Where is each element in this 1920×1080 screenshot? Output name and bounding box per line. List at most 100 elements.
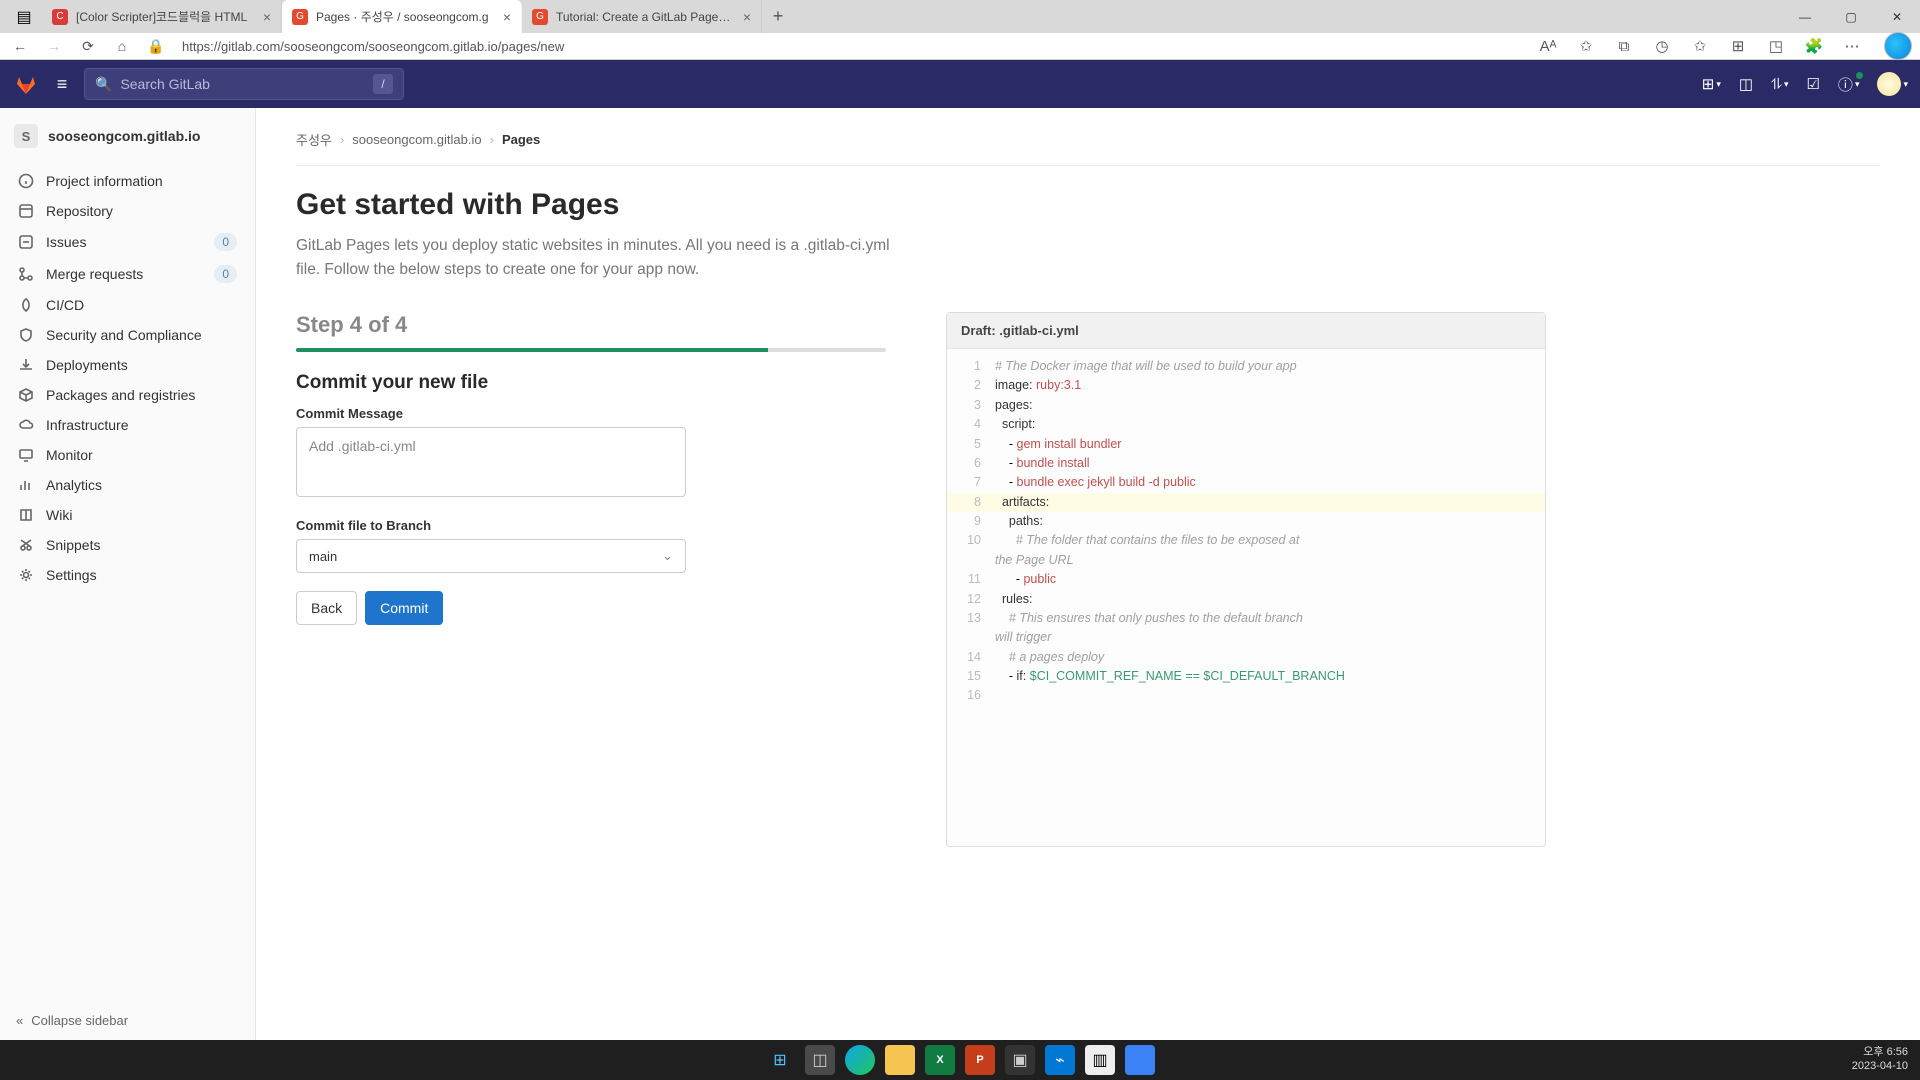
deploy-icon [18,357,34,373]
project-name: sooseongcom.gitlab.io [48,128,200,144]
profile-icon[interactable]: 🧩 [1802,37,1826,55]
page-title: Get started with Pages [296,188,1880,222]
issues-icon [18,234,34,250]
sidebar-item-label: Deployments [46,357,128,373]
taskview-icon[interactable]: ◫ [805,1045,835,1075]
sidebar-item-label: Project information [46,173,163,189]
step-panel: Step 4 of 4 Commit your new file Commit … [296,312,886,625]
sidebar-item-project-information[interactable]: Project information [0,166,255,196]
collapse-sidebar-button[interactable]: « Collapse sidebar [0,1001,255,1040]
commit-heading: Commit your new file [296,372,886,394]
close-window-button[interactable]: ✕ [1874,0,1920,33]
minimize-button[interactable]: — [1782,0,1828,33]
chevron-left-icon: « [16,1013,23,1028]
commit-message-input[interactable]: Add .gitlab-ci.yml [296,427,686,497]
sidebar-item-settings[interactable]: Settings [0,560,255,590]
performance-icon[interactable]: ◷ [1650,37,1674,55]
back-button[interactable]: Back [296,591,357,625]
tab-title: Pages · 주성우 / sooseongcom.g [316,8,495,25]
sidebar-item-wiki[interactable]: Wiki [0,500,255,530]
breadcrumb-link[interactable]: sooseongcom.gitlab.io [352,132,481,147]
new-tab-button[interactable]: + [762,0,794,33]
extension-icon[interactable]: ◳ [1764,37,1788,55]
start-button[interactable]: ⊞ [765,1045,795,1075]
merge-requests-shortcut-icon[interactable]: ⥮▾ [1771,76,1788,93]
info-icon [18,173,34,189]
gear-icon [18,567,34,583]
sidebar-item-label: Merge requests [46,266,143,282]
address-bar[interactable]: https://gitlab.com/sooseongcom/sooseongc… [182,39,564,54]
sidebar-item-monitor[interactable]: Monitor [0,440,255,470]
project-header[interactable]: S sooseongcom.gitlab.io [0,116,255,156]
sidebar-item-label: Issues [46,234,86,250]
powerpoint-icon[interactable]: P [965,1045,995,1075]
user-menu[interactable]: ▾ [1877,72,1908,96]
help-icon[interactable]: ⓘ▾ [1838,74,1860,95]
sidebar-item-repository[interactable]: Repository [0,196,255,226]
chevron-right-icon: › [340,132,344,147]
collections-icon[interactable]: ⊞ [1726,37,1750,55]
favicon-icon: G [292,9,308,25]
sidebar-item-label: CI/CD [46,297,84,313]
code-preview-header: Draft: .gitlab-ci.yml [947,313,1545,349]
app-icon[interactable] [1125,1045,1155,1075]
sidebar-item-analytics[interactable]: Analytics [0,470,255,500]
browser-chrome: ▤ C [Color Scripter]코드블럭을 HTML × G Pages… [0,0,1920,60]
browser-tab[interactable]: G Tutorial: Create a GitLab Pages w × [522,0,762,33]
sidebar-item-snippets[interactable]: Snippets [0,530,255,560]
branch-select[interactable]: main ⌄ [296,539,686,573]
favicon-icon: G [532,9,548,25]
sidebar-item-label: Monitor [46,447,93,463]
explorer-icon[interactable] [885,1045,915,1075]
browser-tab[interactable]: G Pages · 주성우 / sooseongcom.g × [282,0,522,33]
menu-icon[interactable]: ≡ [50,74,74,95]
breadcrumb: 주성우 › sooseongcom.gitlab.io › Pages [296,126,1880,166]
commit-button[interactable]: Commit [365,591,443,625]
tab-actions-icon[interactable]: ▤ [6,0,42,33]
tab-title: Tutorial: Create a GitLab Pages w [556,10,735,24]
home-icon[interactable]: ⌂ [110,38,134,54]
browser-tabs: ▤ C [Color Scripter]코드블럭을 HTML × G Pages… [0,0,1920,33]
sidebar-item-deployments[interactable]: Deployments [0,350,255,380]
bing-icon[interactable] [1884,32,1912,60]
rocket-icon [18,297,34,313]
sidebar-item-security[interactable]: Security and Compliance [0,320,255,350]
todo-icon[interactable]: ☑ [1806,75,1819,93]
sidebar-item-issues[interactable]: Issues 0 [0,226,255,258]
more-icon[interactable]: ⋯ [1840,37,1864,55]
progress-bar [296,348,886,352]
edge-icon[interactable] [845,1045,875,1075]
refresh-icon[interactable]: ⟳ [76,38,100,55]
sidebar-item-merge-requests[interactable]: Merge requests 0 [0,258,255,290]
gitlab-logo-icon[interactable] [12,70,40,98]
close-icon[interactable]: × [743,9,751,25]
sidebar-item-cicd[interactable]: CI/CD [0,290,255,320]
sidebar-item-packages[interactable]: Packages and registries [0,380,255,410]
star-outline-icon[interactable]: ✩ [1574,37,1598,55]
slash-hint: / [373,74,393,94]
maximize-button[interactable]: ▢ [1828,0,1874,33]
favorites-icon[interactable]: ✩ [1688,37,1712,55]
app-icon[interactable]: ▥ [1085,1045,1115,1075]
text-size-icon[interactable]: Aᴬ [1536,38,1560,55]
vscode-icon[interactable]: ⌁ [1045,1045,1075,1075]
sidebar-item-label: Analytics [46,477,102,493]
close-icon[interactable]: × [263,9,271,25]
back-icon[interactable]: ← [8,38,32,54]
browser-tab[interactable]: C [Color Scripter]코드블럭을 HTML × [42,0,282,33]
sidebar-item-infrastructure[interactable]: Infrastructure [0,410,255,440]
downloads-icon[interactable]: ⧉ [1612,38,1636,55]
search-input[interactable]: 🔍 Search GitLab / [84,68,404,100]
create-button[interactable]: ⊞▾ [1702,75,1721,93]
excel-icon[interactable]: X [925,1045,955,1075]
issues-shortcut-icon[interactable]: ◫ [1739,75,1753,93]
sidebar-item-label: Snippets [46,537,100,553]
avatar [1877,72,1901,96]
forward-icon[interactable]: → [42,38,66,54]
close-icon[interactable]: × [503,9,511,25]
search-placeholder: Search GitLab [120,76,210,92]
breadcrumb-link[interactable]: 주성우 [296,130,332,149]
chevron-right-icon: › [490,132,494,147]
system-clock[interactable]: 오후 6:56 2023-04-10 [1852,1046,1908,1074]
terminal-icon[interactable]: ▣ [1005,1045,1035,1075]
